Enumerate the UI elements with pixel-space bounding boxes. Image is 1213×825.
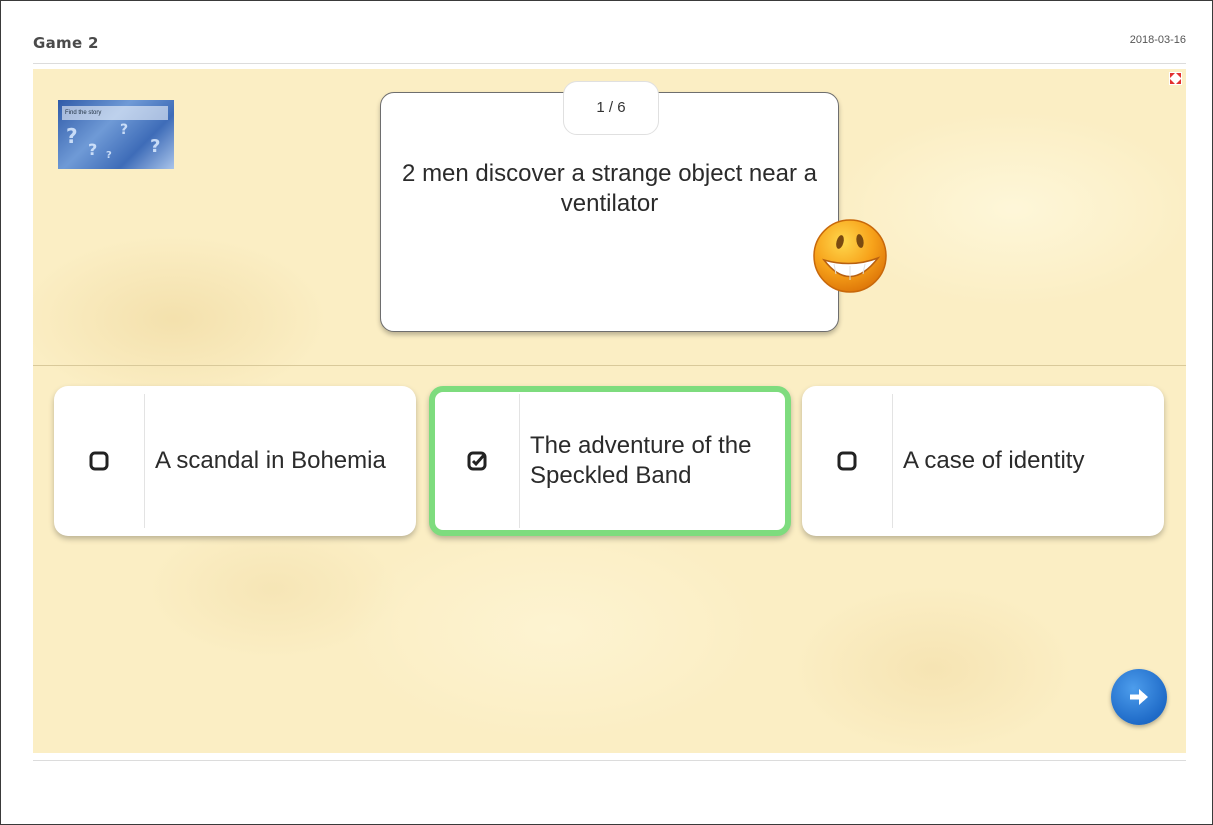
stage-divider [33, 365, 1186, 366]
answer-label: A scandal in Bohemia [155, 447, 386, 474]
question-card: 1 / 6 2 men discover a strange object ne… [380, 81, 839, 332]
answer-option-1[interactable]: A scandal in Bohemia [54, 386, 416, 536]
grinning-face-icon [813, 219, 887, 293]
answer-label: The adventure of the Speckled Band [530, 432, 752, 489]
checkbox-cell[interactable] [54, 394, 145, 528]
next-button[interactable] [1111, 669, 1167, 725]
answer-option-3[interactable]: A case of identity [802, 386, 1164, 536]
game-stage: ? ? ? ? ? Find the story 1 / 6 2 men dis… [33, 69, 1186, 753]
answer-option-2[interactable]: The adventure of the Speckled Band [429, 386, 791, 536]
page-title: Game 2 [33, 34, 99, 52]
question-counter: 1 / 6 [563, 81, 659, 135]
fullscreen-icon[interactable] [1169, 72, 1182, 85]
thumbnail-label: Find the story [62, 106, 168, 120]
arrow-right-icon [1130, 689, 1148, 705]
divider [33, 63, 1186, 64]
checkbox-cell[interactable] [435, 394, 520, 528]
checkbox-unchecked-icon[interactable] [89, 451, 109, 471]
question-text: 2 men discover a strange object near a v… [402, 160, 817, 217]
checkbox-unchecked-icon[interactable] [837, 451, 857, 471]
checkbox-checked-icon[interactable] [467, 451, 487, 471]
divider [33, 760, 1186, 761]
date-label: 2018-03-16 [1129, 34, 1186, 46]
story-thumbnail[interactable]: ? ? ? ? ? Find the story [58, 100, 174, 169]
checkbox-cell[interactable] [802, 394, 893, 528]
answer-label: A case of identity [903, 447, 1085, 474]
